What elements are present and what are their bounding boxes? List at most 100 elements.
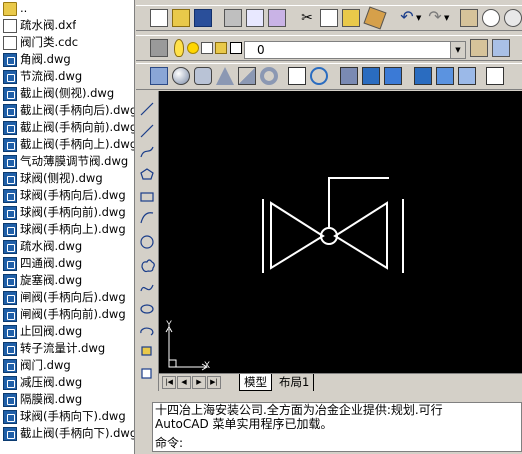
dwg-file-icon	[3, 273, 17, 288]
draw-toolbar	[136, 91, 159, 391]
undo-dropdown-icon[interactable]: ▼	[416, 9, 424, 27]
intersect-icon[interactable]	[458, 67, 476, 85]
new-file-icon[interactable]	[150, 9, 168, 27]
tab-layout1[interactable]: 布局1	[275, 374, 315, 391]
drawing-canvas[interactable]: Y X	[159, 91, 522, 373]
polygon-icon[interactable]	[140, 168, 154, 180]
pan-realtime-icon[interactable]	[460, 9, 478, 27]
tab-last-button[interactable]: ▶|	[207, 376, 221, 389]
file-list-item[interactable]: 旋塞阀.dwg	[0, 272, 134, 289]
chevron-down-icon[interactable]: ▼	[450, 42, 465, 58]
solid-edit-icon[interactable]	[486, 67, 504, 85]
make-layer-current-icon[interactable]	[470, 39, 488, 57]
make-block-icon[interactable]	[141, 368, 152, 379]
file-list-item[interactable]: 阀门类.cdc	[0, 34, 134, 51]
wedge-icon[interactable]	[238, 67, 256, 85]
file-list-item[interactable]: 截止阀(手柄向上).dwg	[0, 136, 134, 153]
union-icon[interactable]	[414, 67, 432, 85]
undo-icon[interactable]: ↶	[398, 9, 416, 27]
ellipse-icon[interactable]	[140, 304, 154, 314]
dwg-file-icon	[3, 222, 17, 237]
file-list-item[interactable]: 四通阀.dwg	[0, 255, 134, 272]
file-list-item[interactable]: 球阀(手柄向上).dwg	[0, 221, 134, 238]
file-list-item[interactable]: 转子流量计.dwg	[0, 340, 134, 357]
interference-icon[interactable]	[384, 67, 402, 85]
file-list-item[interactable]: 球阀(手柄向前).dwg	[0, 204, 134, 221]
subtract-icon[interactable]	[436, 67, 454, 85]
file-list-item[interactable]: 隔膜阀.dwg	[0, 391, 134, 408]
copy-icon[interactable]	[320, 9, 338, 27]
spline-icon[interactable]	[140, 284, 154, 292]
redo-dropdown-icon[interactable]: ▼	[444, 9, 452, 27]
file-list-item[interactable]: 球阀(侧视).dwg	[0, 170, 134, 187]
layer-previous-icon[interactable]	[492, 39, 510, 57]
file-list-item[interactable]: 疏水阀.dxf	[0, 17, 134, 34]
dwg-file-icon	[3, 103, 17, 118]
polyline-icon[interactable]	[140, 146, 154, 158]
tab-next-button[interactable]: ▶	[192, 376, 206, 389]
file-list-item[interactable]: 截止阀(手柄向前).dwg	[0, 119, 134, 136]
file-list-item[interactable]: 气动薄膜调节阀.dwg	[0, 153, 134, 170]
valve-left-triangle	[270, 201, 325, 270]
sphere-icon[interactable]	[172, 67, 190, 85]
file-list-item[interactable]: 疏水阀.dwg	[0, 238, 134, 255]
construction-line-icon[interactable]	[140, 124, 154, 138]
box-icon[interactable]	[150, 67, 168, 85]
ellipse-arc-icon[interactable]	[140, 327, 154, 336]
publish-icon[interactable]	[268, 9, 286, 27]
tab-prev-button[interactable]: ◀	[177, 376, 191, 389]
file-list-item[interactable]: 阀门.dwg	[0, 357, 134, 374]
file-list-item[interactable]: 闸阀(手柄向前).dwg	[0, 306, 134, 323]
redo-icon[interactable]: ↷	[426, 9, 444, 27]
layer-viewport-icon[interactable]	[201, 42, 213, 54]
layer-lock-icon[interactable]	[215, 42, 227, 54]
cylinder-icon[interactable]	[194, 67, 212, 85]
section-icon[interactable]	[362, 67, 380, 85]
file-name: 截止阀(手柄向下).dwg	[20, 426, 134, 440]
command-history: 十四冶上海安装公司.全方面为冶金企业提供:规划.可行 AutoCAD 菜单实用程…	[152, 402, 522, 440]
arc-icon[interactable]	[140, 212, 154, 224]
tab-first-button[interactable]: |◀	[162, 376, 176, 389]
tab-model[interactable]: 模型	[239, 374, 272, 391]
extrude-icon[interactable]	[288, 67, 306, 85]
file-list-item[interactable]: 减压阀.dwg	[0, 374, 134, 391]
circle-icon[interactable]	[140, 235, 154, 249]
paste-icon[interactable]	[342, 9, 360, 27]
file-list-item[interactable]: ..	[0, 0, 134, 17]
layer-thaw-sun-icon[interactable]	[187, 42, 199, 54]
revision-cloud-icon[interactable]	[141, 259, 155, 273]
layer-dropdown[interactable]: 0 ▼	[244, 41, 466, 59]
file-list-item[interactable]: 角阀.dwg	[0, 51, 134, 68]
file-list-item[interactable]: 截止阀(手柄向后).dwg	[0, 102, 134, 119]
layer-color-icon[interactable]	[230, 42, 242, 54]
print-icon[interactable]	[224, 9, 242, 27]
file-list-item[interactable]: 截止阀(侧视).dwg	[0, 85, 134, 102]
file-list-item[interactable]: 节流阀.dwg	[0, 68, 134, 85]
match-properties-icon[interactable]	[363, 6, 387, 30]
insert-block-icon[interactable]	[141, 346, 152, 356]
open-folder-icon[interactable]	[172, 9, 190, 27]
print-preview-icon[interactable]	[246, 9, 264, 27]
torus-icon[interactable]	[260, 67, 278, 85]
layer-current-name: 0	[257, 43, 265, 57]
slice-icon[interactable]	[340, 67, 358, 85]
file-list-item[interactable]: 截止阀(手柄向下).dwg	[0, 425, 134, 442]
cone-icon[interactable]	[216, 67, 234, 85]
command-input[interactable]: 命令:	[152, 436, 522, 452]
layer-on-lightbulb-icon[interactable]	[174, 39, 184, 57]
file-list-item[interactable]: 球阀(手柄向后).dwg	[0, 187, 134, 204]
zoom-window-icon[interactable]	[504, 9, 522, 27]
file-list-item[interactable]: 止回阀.dwg	[0, 323, 134, 340]
ucs-y-label: Y	[166, 319, 172, 329]
save-icon[interactable]	[194, 9, 212, 27]
cut-icon[interactable]: ✂	[298, 9, 316, 27]
file-list-item[interactable]: 闸阀(手柄向后).dwg	[0, 289, 134, 306]
zoom-realtime-icon[interactable]	[482, 9, 500, 27]
rectangle-icon[interactable]	[140, 192, 154, 202]
file-list-item[interactable]: 球阀(手柄向下).dwg	[0, 408, 134, 425]
line-tool-icon[interactable]	[140, 102, 154, 116]
file-name: 闸阀(手柄向前).dwg	[20, 307, 126, 321]
layer-manager-icon[interactable]	[150, 39, 168, 57]
file-name: 截止阀(手柄向前).dwg	[20, 120, 134, 134]
revolve-icon[interactable]	[310, 67, 328, 85]
